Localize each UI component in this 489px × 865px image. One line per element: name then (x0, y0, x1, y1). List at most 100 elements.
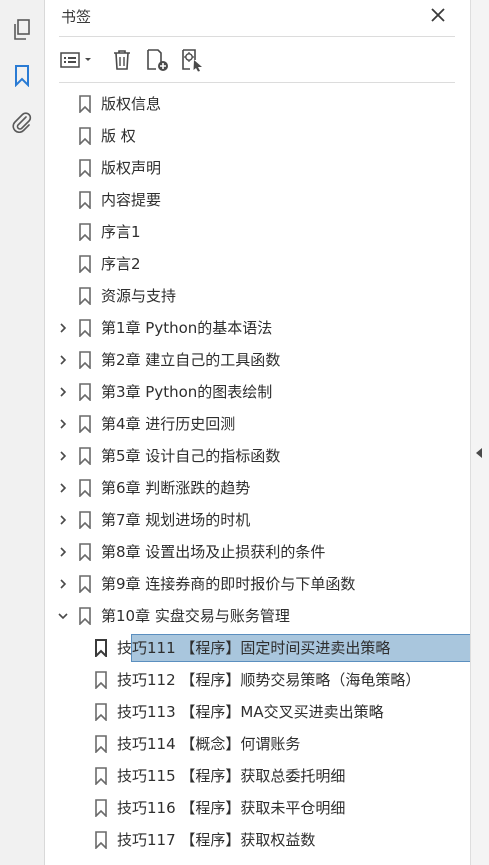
bookmark-label: 技巧113 【程序】MA交叉买进卖出策略 (117, 703, 384, 721)
bookmark-icon (79, 127, 91, 145)
bookmark-label: 内容提要 (101, 191, 162, 209)
new-bookmark-button[interactable] (144, 45, 172, 75)
bookmark-label: 第8章 设置出场及止损获利的条件 (101, 543, 326, 561)
pages-icon[interactable] (8, 16, 36, 44)
bookmark-item[interactable]: 第4章 进行历史回测 (45, 408, 470, 440)
bookmark-item[interactable]: 第10章 实盘交易与账务管理 (45, 600, 470, 632)
bookmark-icon (95, 703, 107, 721)
bookmark-label: 技巧115 【程序】获取总委托明细 (117, 767, 346, 785)
bookmark-icon (79, 511, 91, 529)
options-menu-icon (60, 52, 91, 68)
chevron-right-icon[interactable] (55, 512, 71, 528)
bookmark-item[interactable]: 第6章 判断涨跌的趋势 (45, 472, 470, 504)
bookmark-icon (79, 319, 91, 337)
panel-splitter[interactable] (470, 0, 489, 865)
bookmark-label: 第9章 连接券商的即时报价与下单函数 (101, 575, 356, 593)
bookmarks-panel: 书签 版权信息 版 权 版权声明 内容提要 序言1 序言2 资源与支持 第1章 … (45, 0, 477, 865)
bookmark-item[interactable]: 序言2 (45, 248, 470, 280)
bookmark-label: 第3章 Python的图表绘制 (101, 383, 273, 401)
bookmark-icon (79, 447, 91, 465)
bookmark-icon[interactable] (8, 62, 36, 90)
bookmark-icon (79, 191, 91, 209)
bookmark-icon (79, 575, 91, 593)
bookmark-label: 技巧116 【程序】获取未平仓明细 (117, 799, 346, 817)
bookmark-label: 第1章 Python的基本语法 (101, 319, 273, 337)
bookmark-label: 序言2 (101, 255, 141, 273)
bookmark-label: 版权信息 (101, 95, 162, 113)
chevron-right-icon[interactable] (55, 384, 71, 400)
bookmark-icon (79, 95, 91, 113)
bookmark-icon (95, 767, 107, 785)
bookmark-icon (79, 543, 91, 561)
bookmark-item[interactable]: 序言1 (45, 216, 470, 248)
bookmark-icon (95, 799, 107, 817)
panel-title: 书签 (61, 8, 92, 26)
chevron-right-icon[interactable] (55, 576, 71, 592)
bookmark-icon (79, 415, 91, 433)
bookmark-item[interactable]: 资源与支持 (45, 280, 470, 312)
bookmark-item[interactable]: 版权信息 (45, 88, 470, 120)
options-menu-button[interactable] (59, 45, 97, 75)
close-icon[interactable] (427, 4, 449, 26)
collapse-panel-icon[interactable] (474, 446, 484, 460)
bookmark-item[interactable]: 第8章 设置出场及止损获利的条件 (45, 536, 470, 568)
bookmark-item[interactable]: 第5章 设计自己的指标函数 (45, 440, 470, 472)
bookmark-item[interactable]: 第2章 建立自己的工具函数 (45, 344, 470, 376)
new-bookmark-icon (147, 49, 168, 71)
bookmark-icon (95, 671, 107, 689)
chevron-right-icon[interactable] (55, 416, 71, 432)
bookmark-child-item[interactable]: 技巧114 【概念】何谓账务 (45, 728, 470, 760)
bookmark-icon (79, 255, 91, 273)
bookmark-label: 技巧114 【概念】何谓账务 (117, 735, 301, 753)
bookmark-label: 第5章 设计自己的指标函数 (101, 447, 281, 465)
bookmark-child-item[interactable]: 技巧115 【程序】获取总委托明细 (45, 760, 470, 792)
bookmark-icon (79, 479, 91, 497)
bookmark-icon (79, 223, 91, 241)
new-bookmark-from-structure-icon (182, 49, 202, 72)
chevron-right-icon[interactable] (55, 480, 71, 496)
chevron-right-icon[interactable] (55, 352, 71, 368)
bookmark-icon (79, 383, 91, 401)
delete-bookmark-button[interactable] (109, 45, 135, 75)
chevron-right-icon[interactable] (55, 544, 71, 560)
bookmark-child-item[interactable]: 技巧117 【程序】获取权益数 (45, 824, 470, 856)
bookmark-item[interactable]: 第7章 规划进场的时机 (45, 504, 470, 536)
bookmark-label: 第10章 实盘交易与账务管理 (101, 607, 290, 625)
bookmark-icon (95, 639, 107, 657)
bookmark-label: 第4章 进行历史回测 (101, 415, 236, 433)
bookmark-label: 技巧112 【程序】顺势交易策略（海龟策略） (117, 671, 421, 689)
bookmark-child-item[interactable]: 技巧111 【程序】固定时间买进卖出策略 (45, 632, 477, 664)
chevron-right-icon[interactable] (55, 448, 71, 464)
bookmark-item[interactable]: 第3章 Python的图表绘制 (45, 376, 470, 408)
bookmark-item[interactable]: 第1章 Python的基本语法 (45, 312, 470, 344)
divider (59, 36, 455, 37)
bookmark-label: 版 权 (101, 127, 136, 145)
delete-bookmark-icon (114, 50, 130, 70)
bookmark-label: 版权声明 (101, 159, 162, 177)
bookmark-item[interactable]: 版 权 (45, 120, 470, 152)
bookmark-label: 第2章 建立自己的工具函数 (101, 351, 281, 369)
bookmark-label: 序言1 (101, 223, 141, 241)
bookmark-child-item[interactable]: 技巧113 【程序】MA交叉买进卖出策略 (45, 696, 470, 728)
bookmark-icon (79, 607, 91, 625)
bookmark-icon (79, 159, 91, 177)
bookmark-icon (79, 351, 91, 369)
bookmark-label: 第6章 判断涨跌的趋势 (101, 479, 251, 497)
navigation-rail (0, 0, 45, 865)
bookmark-label: 第7章 规划进场的时机 (101, 511, 251, 529)
chevron-down-icon[interactable] (55, 608, 71, 624)
bookmark-icon (95, 735, 107, 753)
bookmark-item[interactable]: 内容提要 (45, 184, 470, 216)
bookmark-icon (79, 287, 91, 305)
chevron-right-icon[interactable] (55, 320, 71, 336)
new-bookmark-from-structure-button[interactable] (179, 45, 207, 75)
bookmark-item[interactable]: 版权声明 (45, 152, 470, 184)
bookmark-icon (95, 831, 107, 849)
bookmark-child-item[interactable]: 技巧112 【程序】顺势交易策略（海龟策略） (45, 664, 470, 696)
divider (59, 82, 455, 83)
bookmark-label: 技巧111 【程序】固定时间买进卖出策略 (117, 639, 391, 657)
bookmark-label: 技巧117 【程序】获取权益数 (117, 831, 316, 849)
bookmark-child-item[interactable]: 技巧116 【程序】获取未平仓明细 (45, 792, 470, 824)
attachment-icon[interactable] (8, 108, 36, 136)
bookmark-item[interactable]: 第9章 连接券商的即时报价与下单函数 (45, 568, 470, 600)
